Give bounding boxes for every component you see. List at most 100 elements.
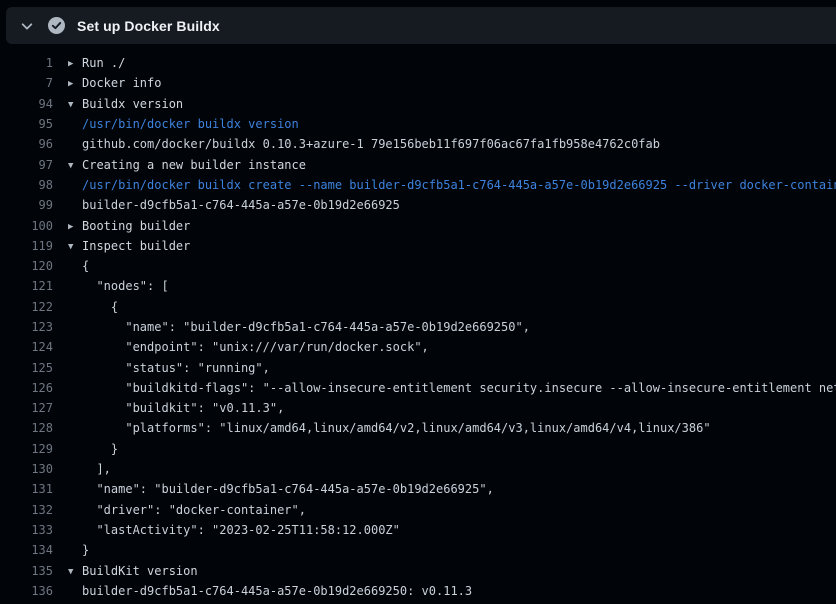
- check-circle-icon: [48, 17, 65, 34]
- log-line-content: /usr/bin/docker buildx create --name bui…: [68, 178, 836, 192]
- step-header-set-up-docker-buildx[interactable]: Set up Docker Buildx: [6, 7, 836, 44]
- log-line: 128 "platforms": "linux/amd64,linux/amd6…: [0, 418, 836, 438]
- line-number[interactable]: 127: [0, 401, 53, 415]
- log-line: 132 "driver": "docker-container",: [0, 500, 836, 520]
- log-line: 124 "endpoint": "unix:///var/run/docker.…: [0, 337, 836, 357]
- group-title: Buildx version: [82, 97, 183, 111]
- log-group-row[interactable]: 1 ▶Run ./: [0, 53, 836, 73]
- log-group-row[interactable]: 100 ▶Booting builder: [0, 215, 836, 235]
- line-number[interactable]: 96: [0, 137, 53, 151]
- line-number[interactable]: 126: [0, 381, 53, 395]
- log-line-content: ],: [68, 462, 111, 476]
- command-text: /usr/bin/docker buildx create --name bui…: [82, 178, 836, 192]
- log-line: 133 "lastActivity": "2023-02-25T11:58:12…: [0, 520, 836, 540]
- log-line-content: ▼Creating a new builder instance: [68, 158, 306, 172]
- group-title: Run ./: [82, 56, 125, 70]
- log-line: 99 builder-d9cfb5a1-c764-445a-a57e-0b19d2…: [0, 195, 836, 215]
- log-line: 95/usr/bin/docker buildx version: [0, 114, 836, 134]
- log-group-row[interactable]: 7 ▶Docker info: [0, 73, 836, 93]
- log-line-content: "lastActivity": "2023-02-25T11:58:12.000…: [68, 523, 400, 537]
- output-text: "status": "running",: [82, 361, 270, 375]
- line-number[interactable]: 128: [0, 421, 53, 435]
- log-line-content: github.com/docker/buildx 0.10.3+azure-1 …: [68, 137, 660, 151]
- log-line: 125 "status": "running",: [0, 357, 836, 377]
- log-line: 127 "buildkit": "v0.11.3",: [0, 398, 836, 418]
- log-group-row[interactable]: 97 ▼Creating a new builder instance: [0, 154, 836, 174]
- line-number[interactable]: 125: [0, 361, 53, 375]
- output-text: {: [82, 259, 89, 273]
- output-text: "name": "builder-d9cfb5a1-c764-445a-a57e…: [82, 320, 530, 334]
- log-line: 120 {: [0, 256, 836, 276]
- output-text: builder-d9cfb5a1-c764-445a-a57e-0b19d2e6…: [82, 584, 472, 598]
- output-text: "lastActivity": "2023-02-25T11:58:12.000…: [82, 523, 400, 537]
- output-text: {: [82, 300, 118, 314]
- log-line-content: builder-d9cfb5a1-c764-445a-a57e-0b19d2e6…: [68, 198, 400, 212]
- output-text: "platforms": "linux/amd64,linux/amd64/v2…: [82, 421, 711, 435]
- log-line-content: ▼Inspect builder: [68, 239, 190, 253]
- line-number[interactable]: 119: [0, 239, 53, 253]
- line-number[interactable]: 94: [0, 97, 53, 111]
- log-line-content: }: [68, 442, 118, 456]
- step-title: Set up Docker Buildx: [77, 18, 220, 34]
- output-text: "endpoint": "unix:///var/run/docker.sock…: [82, 340, 429, 354]
- line-number[interactable]: 98: [0, 178, 53, 192]
- log-group-row[interactable]: 94 ▼Buildx version: [0, 94, 836, 114]
- output-text: "buildkitd-flags": "--allow-insecure-ent…: [82, 381, 836, 395]
- log-line-content: "nodes": [: [68, 279, 169, 293]
- line-number[interactable]: 7: [0, 76, 53, 90]
- line-number[interactable]: 136: [0, 584, 53, 598]
- log-line-content: "platforms": "linux/amd64,linux/amd64/v2…: [68, 421, 711, 435]
- group-title: BuildKit version: [82, 564, 198, 578]
- log-line: 136 builder-d9cfb5a1-c764-445a-a57e-0b19d…: [0, 581, 836, 601]
- line-number[interactable]: 129: [0, 442, 53, 456]
- triangle-down-icon[interactable]: ▼: [68, 567, 82, 577]
- line-number[interactable]: 97: [0, 158, 53, 172]
- log-line: 129 }: [0, 439, 836, 459]
- log-viewer: 1▶Run ./7▶Docker info94▼Buildx version95…: [0, 44, 836, 604]
- triangle-right-icon[interactable]: ▶: [68, 222, 82, 232]
- log-line-content: {: [68, 300, 118, 314]
- output-text: "driver": "docker-container",: [82, 503, 306, 517]
- log-line-content: builder-d9cfb5a1-c764-445a-a57e-0b19d2e6…: [68, 584, 472, 598]
- line-number[interactable]: 135: [0, 564, 53, 578]
- log-line-content: ▼Buildx version: [68, 97, 183, 111]
- log-line: 130 ],: [0, 459, 836, 479]
- line-number[interactable]: 120: [0, 259, 53, 273]
- line-number[interactable]: 95: [0, 117, 53, 131]
- output-text: "nodes": [: [82, 279, 169, 293]
- line-number[interactable]: 131: [0, 482, 53, 496]
- log-group-row[interactable]: 119 ▼Inspect builder: [0, 236, 836, 256]
- log-line-content: ▶Booting builder: [68, 219, 190, 233]
- triangle-right-icon[interactable]: ▶: [68, 79, 82, 89]
- log-lines-container: 1▶Run ./7▶Docker info94▼Buildx version95…: [0, 53, 836, 601]
- output-text: }: [82, 442, 118, 456]
- line-number[interactable]: 1: [0, 56, 53, 70]
- line-number[interactable]: 121: [0, 279, 53, 293]
- log-line-content: "status": "running",: [68, 361, 270, 375]
- triangle-down-icon[interactable]: ▼: [68, 161, 82, 171]
- triangle-right-icon[interactable]: ▶: [68, 59, 82, 69]
- log-line-content: "name": "builder-d9cfb5a1-c764-445a-a57e…: [68, 320, 530, 334]
- log-line: 123 "name": "builder-d9cfb5a1-c764-445a-…: [0, 317, 836, 337]
- triangle-down-icon[interactable]: ▼: [68, 242, 82, 252]
- output-text: "name": "builder-d9cfb5a1-c764-445a-a57e…: [82, 482, 494, 496]
- output-text: builder-d9cfb5a1-c764-445a-a57e-0b19d2e6…: [82, 198, 400, 212]
- line-number[interactable]: 124: [0, 340, 53, 354]
- log-line-content: /usr/bin/docker buildx version: [68, 117, 299, 131]
- line-number[interactable]: 133: [0, 523, 53, 537]
- line-number[interactable]: 130: [0, 462, 53, 476]
- line-number[interactable]: 99: [0, 198, 53, 212]
- chevron-down-icon[interactable]: [19, 18, 35, 34]
- log-line-content: ▶Docker info: [68, 76, 161, 90]
- log-line: 121 "nodes": [: [0, 276, 836, 296]
- line-number[interactable]: 122: [0, 300, 53, 314]
- triangle-down-icon[interactable]: ▼: [68, 100, 82, 110]
- log-line-content: "name": "builder-d9cfb5a1-c764-445a-a57e…: [68, 482, 494, 496]
- output-text: github.com/docker/buildx 0.10.3+azure-1 …: [82, 137, 660, 151]
- line-number[interactable]: 134: [0, 543, 53, 557]
- log-group-row[interactable]: 135 ▼BuildKit version: [0, 560, 836, 580]
- line-number[interactable]: 132: [0, 503, 53, 517]
- line-number[interactable]: 123: [0, 320, 53, 334]
- line-number[interactable]: 100: [0, 219, 53, 233]
- log-line: 131 "name": "builder-d9cfb5a1-c764-445a-…: [0, 479, 836, 499]
